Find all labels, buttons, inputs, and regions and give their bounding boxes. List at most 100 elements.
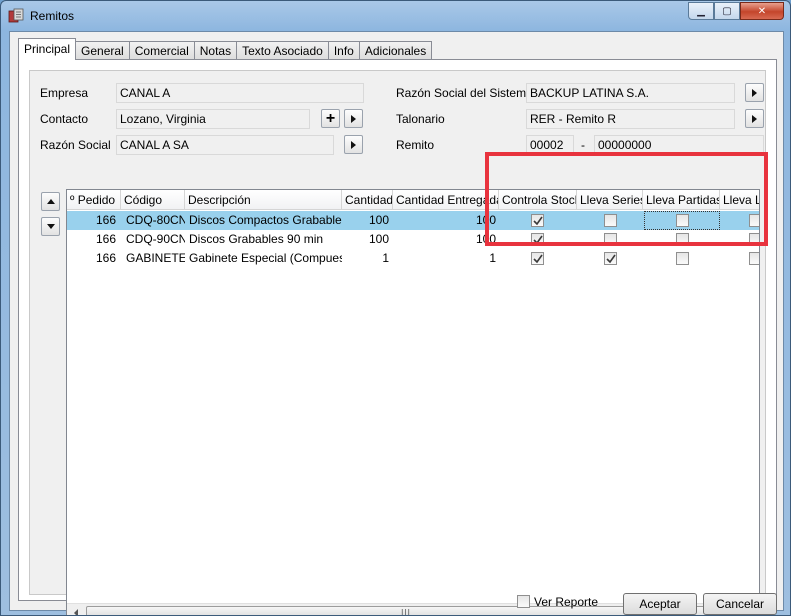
title-bar[interactable]: Remitos ▁ ▢ ✕ — [1, 1, 790, 31]
remito-label: Remito — [396, 138, 435, 152]
column-header-codigo[interactable]: Código — [121, 190, 185, 210]
cell-descripcion: Gabinete Especial (Compuesto — [189, 251, 342, 265]
razon-sistema-label: Razón Social del Sistema — [396, 86, 533, 100]
column-header-cantidad-entregada[interactable]: Cantidad Entregada — [393, 190, 499, 210]
razon-social-label: Razón Social — [40, 138, 111, 152]
checkbox-lleva-series[interactable] — [604, 214, 617, 227]
tab-adicionales[interactable]: Adicionales — [358, 41, 433, 60]
checkmark-icon — [532, 216, 543, 225]
remito-prefix-field[interactable]: 00002 — [526, 135, 574, 155]
ver-reporte-label: Ver Reporte — [534, 595, 599, 609]
principal-form: Empresa CANAL A Contacto Lozano, Virgini… — [29, 70, 766, 615]
aceptar-button[interactable]: Aceptar — [623, 593, 697, 615]
cell-pedido: 166 — [95, 232, 116, 246]
minimize-button[interactable]: ▁ — [688, 2, 714, 20]
column-header-controla-stock[interactable]: Controla Stock — [499, 190, 577, 210]
plus-icon: + — [325, 109, 336, 127]
cell-cantidad-entregada: 1 — [489, 251, 496, 265]
contacto-select-button[interactable] — [344, 109, 363, 128]
checkmark-icon — [605, 254, 616, 263]
cell-pedido: 166 — [95, 213, 116, 227]
cell-descripcion: Discos Compactos Grabables — [189, 213, 342, 227]
cell-descripcion: Discos Grabables 90 min — [189, 232, 324, 246]
cancelar-button[interactable]: Cancelar — [703, 593, 777, 615]
razon-sistema-field[interactable]: BACKUP LATINA S.A. — [526, 83, 735, 103]
add-contacto-button[interactable]: + — [321, 109, 340, 128]
window-controls: ▁ ▢ ✕ — [688, 2, 784, 20]
minimize-icon: ▁ — [697, 5, 705, 17]
talonario-label: Talonario — [396, 112, 445, 126]
arrow-right-icon — [752, 88, 757, 97]
window-title: Remitos — [30, 9, 75, 23]
checkbox-controla-stock[interactable] — [531, 252, 544, 265]
tab-strip: Principal General Comercial Notas Texto … — [18, 38, 433, 60]
tab-info[interactable]: Info — [327, 41, 360, 60]
column-header-cantidad[interactable]: Cantidad — [342, 190, 393, 210]
checkbox-controla-stock[interactable] — [531, 214, 544, 227]
contacto-field[interactable]: Lozano, Virginia — [116, 109, 310, 129]
tab-principal[interactable]: Principal — [18, 38, 77, 60]
app-icon — [8, 8, 24, 23]
arrow-right-icon — [351, 114, 356, 123]
table-row[interactable]: 166 CDQ-80CN Discos Compactos Grabables … — [67, 211, 759, 230]
checkbox-controla-stock[interactable] — [531, 233, 544, 246]
move-row-up-button[interactable] — [41, 192, 60, 211]
checkbox-lleva-lote[interactable] — [749, 252, 759, 265]
talonario-select-button[interactable] — [745, 109, 764, 128]
items-grid[interactable]: º Pedido Código Descripción Cantidad Can… — [66, 189, 760, 616]
checkmark-icon — [532, 235, 543, 244]
empresa-label: Empresa — [40, 86, 89, 100]
close-button[interactable]: ✕ — [740, 2, 784, 20]
scroll-left-button[interactable] — [67, 604, 84, 615]
cell-cantidad: 100 — [368, 232, 389, 246]
grid-header: º Pedido Código Descripción Cantidad Can… — [67, 190, 759, 210]
scroll-left-icon — [73, 608, 78, 615]
tab-panel-principal: Empresa CANAL A Contacto Lozano, Virgini… — [18, 59, 777, 615]
cell-cantidad-entregada: 100 — [475, 213, 496, 227]
maximize-button[interactable]: ▢ — [714, 2, 740, 20]
move-row-down-button[interactable] — [41, 217, 60, 236]
cell-codigo: CDQ-90CN — [126, 232, 185, 246]
cell-cantidad: 1 — [382, 251, 389, 265]
tab-general[interactable]: General — [75, 41, 130, 60]
cell-pedido: 166 — [95, 251, 116, 265]
tab-notas[interactable]: Notas — [193, 41, 238, 60]
arrow-up-icon — [46, 199, 55, 204]
close-icon: ✕ — [757, 5, 767, 17]
tab-texto-asociado[interactable]: Texto Asociado — [236, 41, 329, 60]
column-header-pedido[interactable]: º Pedido — [67, 190, 121, 210]
checkmark-icon — [532, 254, 543, 263]
checkbox-lleva-lote[interactable] — [749, 233, 759, 246]
cell-cantidad: 100 — [368, 213, 389, 227]
razon-social-field[interactable]: CANAL A SA — [116, 135, 334, 155]
dialog-client-area: Principal General Comercial Notas Texto … — [9, 31, 784, 615]
cell-codigo: GABINETE I — [126, 251, 185, 265]
checkbox-lleva-series[interactable] — [604, 252, 617, 265]
razon-sistema-select-button[interactable] — [745, 83, 764, 102]
remito-number-field[interactable]: 00000000 — [594, 135, 764, 155]
checkbox-lleva-partidas[interactable] — [676, 214, 689, 227]
arrow-right-icon — [351, 140, 356, 149]
scroll-grip-icon: III — [401, 608, 411, 616]
checkbox-lleva-lote[interactable] — [749, 214, 759, 227]
maximize-icon: ▢ — [722, 5, 732, 17]
checkbox-lleva-partidas[interactable] — [676, 252, 689, 265]
empresa-field[interactable]: CANAL A — [116, 83, 364, 103]
column-header-lleva-lote[interactable]: Lleva Lote — [720, 190, 759, 210]
column-header-descripcion[interactable]: Descripción — [185, 190, 342, 210]
column-header-lleva-partidas[interactable]: Lleva Partidas — [643, 190, 720, 210]
cell-cantidad-entregada: 100 — [475, 232, 496, 246]
table-row[interactable]: 166 GABINETE I Gabinete Especial (Compue… — [67, 249, 759, 268]
checkbox-lleva-series[interactable] — [604, 233, 617, 246]
arrow-down-icon — [46, 224, 55, 229]
checkbox-lleva-partidas[interactable] — [676, 233, 689, 246]
tab-comercial[interactable]: Comercial — [128, 41, 195, 60]
column-header-lleva-series[interactable]: Lleva Series — [577, 190, 643, 210]
talonario-field[interactable]: RER - Remito R — [526, 109, 735, 129]
razon-social-select-button[interactable] — [344, 135, 363, 154]
remitos-window: Remitos ▁ ▢ ✕ Principal General Comercia… — [0, 0, 791, 616]
table-row[interactable]: 166 CDQ-90CN Discos Grabables 90 min 100… — [67, 230, 759, 249]
ver-reporte-checkbox[interactable] — [517, 595, 530, 608]
arrow-right-icon — [752, 114, 757, 123]
contacto-label: Contacto — [40, 112, 89, 126]
